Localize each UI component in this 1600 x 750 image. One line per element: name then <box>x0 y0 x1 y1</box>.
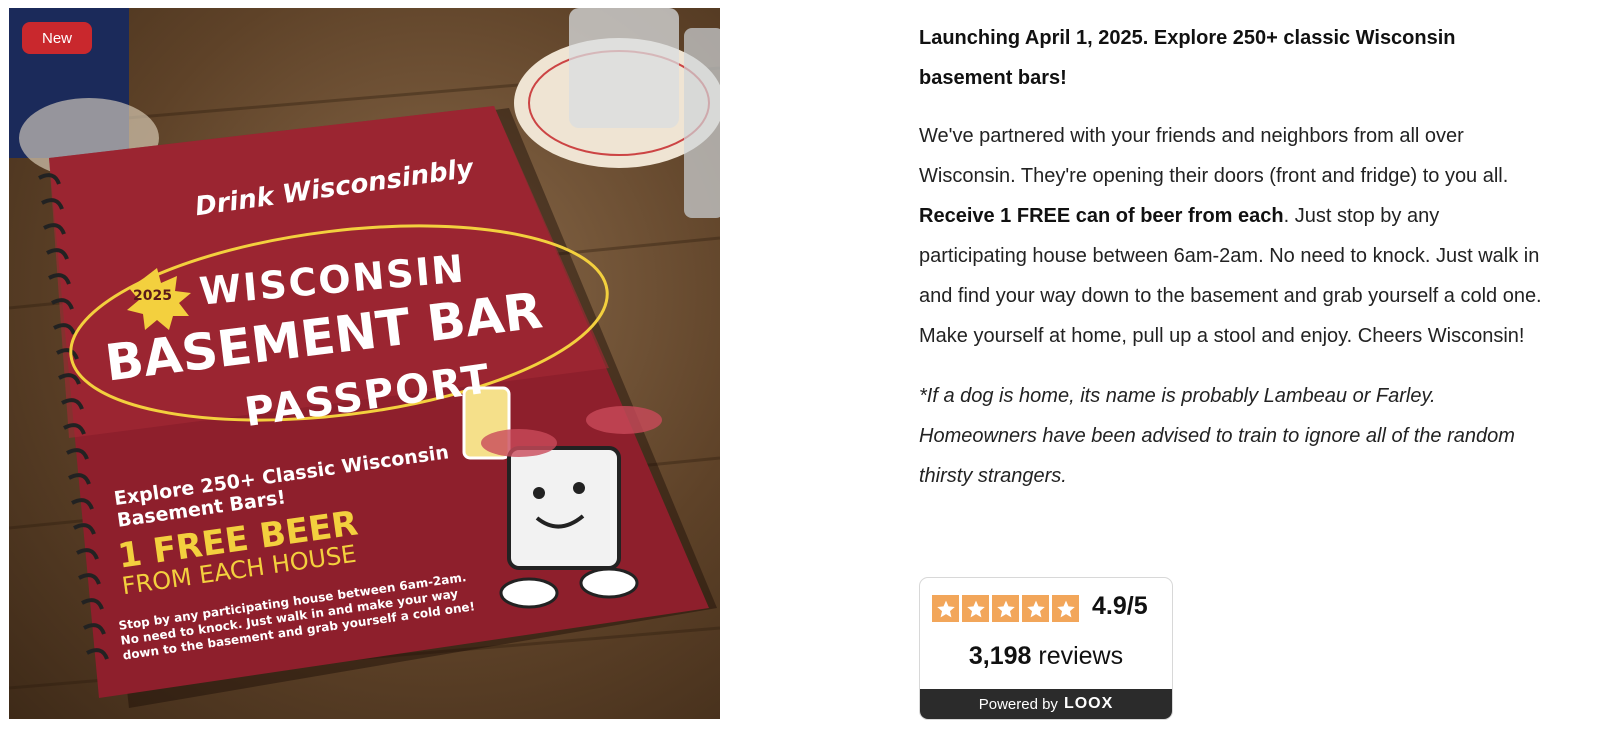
star-icon <box>1052 595 1079 622</box>
powered-by-bar: Powered by LOOX <box>920 689 1172 719</box>
loox-logo: LOOX <box>1063 695 1114 712</box>
new-badge: New <box>22 22 92 54</box>
rating-score: 4.9/5 <box>1092 592 1148 620</box>
star-icon <box>932 595 959 622</box>
loox-rating-widget[interactable]: 4.9/5 3,198 reviews Powered by LOOX <box>919 577 1173 720</box>
review-count[interactable]: 3,198 reviews <box>920 642 1172 671</box>
description-note: *If a dog is home, its name is probably … <box>919 385 1515 487</box>
cover-year: 2025 <box>133 288 172 304</box>
description-body-intro: We've partnered with your friends and ne… <box>919 125 1509 187</box>
star-icon <box>992 595 1019 622</box>
review-count-label: reviews <box>1038 642 1124 670</box>
star-icon <box>1022 595 1049 622</box>
product-description: Launching April 1, 2025. Explore 250+ cl… <box>919 18 1549 496</box>
description-body: We've partnered with your friends and ne… <box>919 116 1549 356</box>
star-rating <box>932 595 1079 622</box>
description-title: Launching April 1, 2025. Explore 250+ cl… <box>919 27 1456 89</box>
star-icon <box>962 595 989 622</box>
description-body-highlight: Receive 1 FREE can of beer from each <box>919 205 1284 227</box>
product-image[interactable]: New Drink Wisconsinbly 2025 WISCONSIN BA… <box>9 8 720 719</box>
powered-by-label: Powered by <box>978 695 1058 713</box>
review-count-number: 3,198 <box>968 642 1032 670</box>
